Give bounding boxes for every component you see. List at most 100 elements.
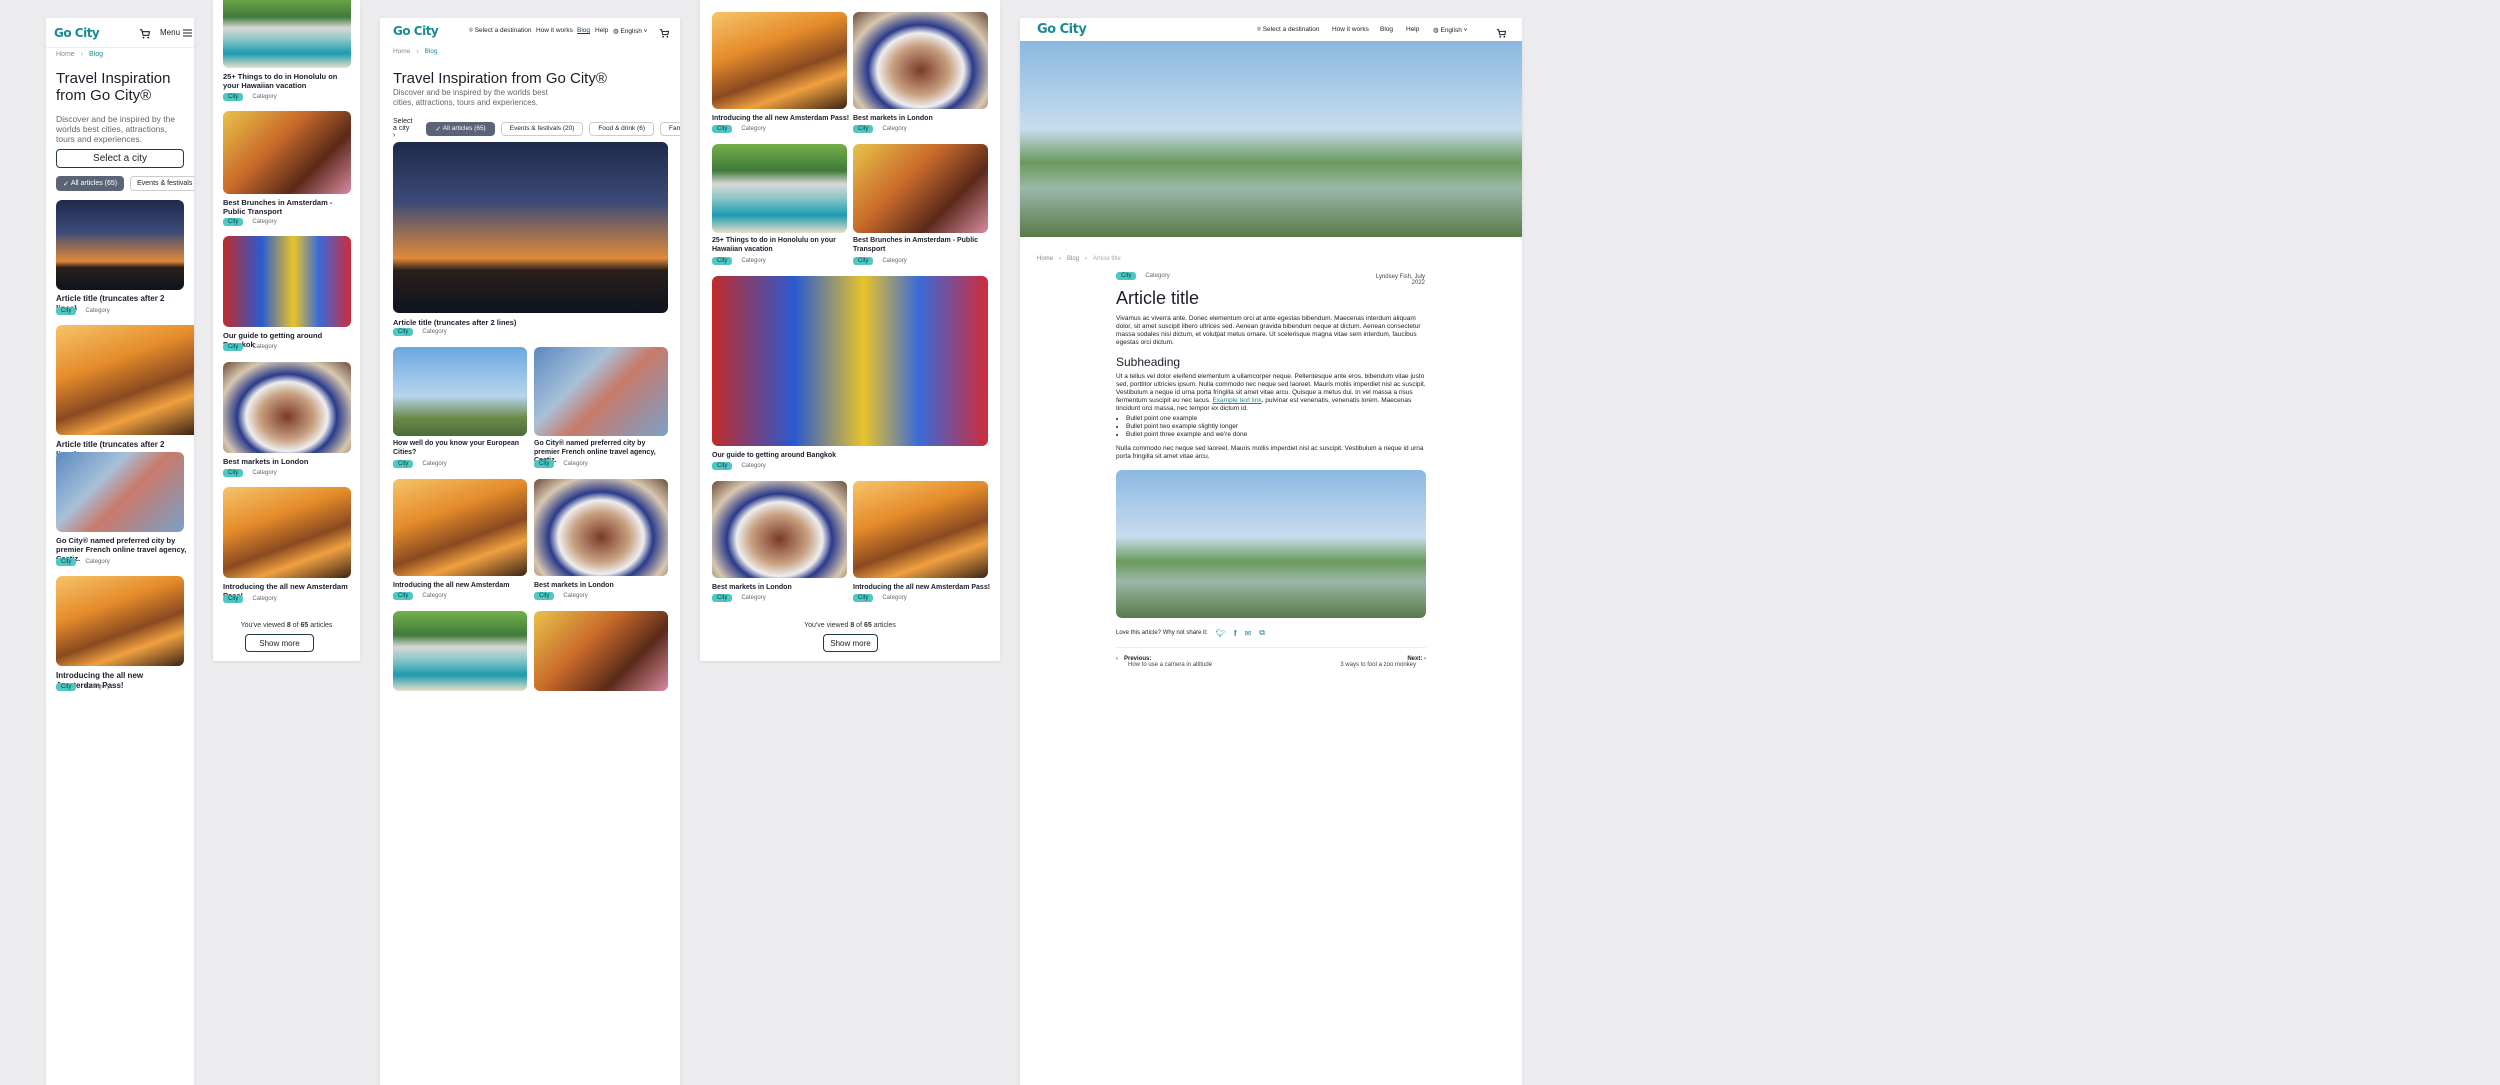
filter-events[interactable]: Events & festivals (20)	[500, 121, 584, 136]
tag-city[interactable]: City	[534, 592, 555, 600]
nav-blog[interactable]: Blog	[1380, 26, 1393, 33]
tag-city[interactable]: City	[223, 343, 244, 351]
tag-city[interactable]: City	[853, 125, 874, 133]
featured-card-image[interactable]	[712, 276, 988, 446]
tag-city[interactable]: City	[223, 469, 244, 477]
select-city-dropdown[interactable]: Select a city ›	[393, 118, 412, 139]
card-image[interactable]	[712, 481, 847, 578]
tag-category[interactable]: Category	[417, 328, 451, 336]
card-image[interactable]	[56, 325, 194, 435]
tag-category[interactable]: Category	[247, 93, 281, 101]
card-image[interactable]	[223, 0, 351, 68]
filter-events[interactable]: Events & festivals (20)	[130, 176, 194, 191]
tag-category[interactable]: Category	[877, 257, 911, 265]
cart-icon[interactable]	[659, 25, 670, 43]
card-title[interactable]: Best Brunches in Amsterdam - Public Tran…	[853, 237, 988, 254]
nav-blog[interactable]: Blog	[577, 27, 590, 34]
previous-article-link[interactable]: ‹ Previous: How to use a camera in altitu…	[1116, 656, 1212, 668]
filter-food[interactable]: Food & drink (6)	[589, 121, 654, 136]
tag-city[interactable]: City	[712, 257, 733, 265]
breadcrumb-home[interactable]: Home	[1037, 256, 1053, 262]
tag-category[interactable]: Category	[736, 125, 770, 133]
tag-category[interactable]: Category	[417, 460, 451, 468]
card-title[interactable]: 25+ Things to do in Honolulu on your Haw…	[223, 72, 353, 90]
breadcrumb-home[interactable]: Home	[56, 51, 75, 58]
go-city-logo[interactable]: Go City	[1037, 22, 1087, 37]
card-image[interactable]	[853, 144, 988, 233]
tag-city[interactable]: City	[853, 257, 874, 265]
tag-category[interactable]: Category	[736, 257, 770, 265]
go-city-logo[interactable]: Go City	[393, 24, 439, 38]
copy-link-icon[interactable]: ⧉	[1259, 628, 1265, 638]
tag-category[interactable]: Category	[247, 343, 281, 351]
tag-city[interactable]: City	[223, 595, 244, 603]
card-image[interactable]	[853, 12, 988, 109]
card-title[interactable]: How well do you know your European Citie…	[393, 440, 527, 457]
tag-city[interactable]: City	[393, 328, 414, 336]
card-image[interactable]	[853, 481, 988, 578]
show-more-button[interactable]: Show more	[245, 634, 314, 652]
nav-how[interactable]: How it works	[536, 27, 573, 34]
card-title[interactable]: 25+ Things to do in Honolulu on your Haw…	[712, 237, 847, 254]
tag-city[interactable]: City	[712, 125, 733, 133]
tag-category[interactable]: Category	[417, 592, 451, 600]
tag-city[interactable]: City	[1116, 272, 1137, 280]
card-image[interactable]	[223, 487, 351, 578]
nav-destination[interactable]: ⌾ Select a destination	[1257, 26, 1319, 34]
cart-icon[interactable]	[138, 27, 150, 39]
tag-category[interactable]: Category	[877, 125, 911, 133]
example-link[interactable]: Example text link	[1212, 397, 1261, 404]
card-image[interactable]	[534, 479, 668, 576]
tag-city[interactable]: City	[56, 558, 77, 566]
card-image[interactable]	[534, 611, 668, 691]
tag-city[interactable]: City	[712, 462, 733, 470]
tag-category[interactable]: Category	[558, 460, 592, 468]
nav-language[interactable]: ◍ English ˅	[1433, 26, 1467, 34]
tag-category[interactable]: Category	[80, 307, 114, 315]
featured-card-image[interactable]	[393, 142, 668, 313]
tag-category[interactable]: Category	[247, 595, 281, 603]
card-title[interactable]: Best Brunches in Amsterdam - Public Tran…	[223, 198, 353, 216]
filter-all[interactable]: ✓ All articles (65)	[56, 176, 125, 191]
card-image[interactable]	[223, 111, 351, 194]
facebook-icon[interactable]: f	[1234, 629, 1237, 638]
card-title[interactable]: Best markets in London	[712, 582, 792, 594]
tag-city[interactable]: City	[223, 93, 244, 101]
tag-category[interactable]: Category	[247, 218, 281, 226]
tag-city[interactable]: City	[393, 592, 414, 600]
tag-city[interactable]: City	[853, 594, 874, 602]
card-title[interactable]: Best markets in London	[223, 457, 353, 466]
card-image[interactable]	[712, 12, 847, 109]
tag-category[interactable]: Category	[1140, 272, 1174, 280]
card-image[interactable]	[393, 611, 527, 691]
tag-city[interactable]: City	[56, 683, 77, 691]
card-title[interactable]: Best markets in London	[853, 113, 933, 125]
select-city-button[interactable]: Select a city	[56, 149, 184, 168]
card-image[interactable]	[393, 479, 527, 576]
tag-category[interactable]: Category	[247, 469, 281, 477]
tag-city[interactable]: City	[712, 594, 733, 602]
card-image[interactable]	[223, 236, 351, 327]
breadcrumb-home[interactable]: Home	[393, 48, 410, 55]
menu-button[interactable]: Menu	[160, 28, 193, 37]
card-image[interactable]	[534, 347, 668, 436]
card-image[interactable]	[393, 347, 527, 436]
card-title[interactable]: Best markets in London	[534, 580, 668, 592]
go-city-logo[interactable]: Go City	[54, 26, 100, 40]
tag-city[interactable]: City	[534, 460, 555, 468]
twitter-icon[interactable]: 🐦︎	[1216, 629, 1226, 638]
breadcrumb-blog[interactable]: Blog	[89, 51, 103, 58]
tag-city[interactable]: City	[223, 218, 244, 226]
email-icon[interactable]: ✉︎	[1245, 629, 1252, 638]
filter-all[interactable]: ✓ All articles (65)	[426, 121, 495, 136]
nav-help[interactable]: Help	[1406, 26, 1419, 33]
nav-help[interactable]: Help	[595, 27, 608, 34]
card-image[interactable]	[712, 144, 847, 233]
card-title[interactable]: Our guide to getting around Bangkok	[712, 450, 836, 462]
tag-category[interactable]: Category	[736, 462, 770, 470]
card-title[interactable]: Introducing the all new Amsterdam Pass!	[853, 582, 990, 594]
card-image[interactable]	[56, 200, 184, 290]
breadcrumb-blog[interactable]: Blog	[425, 48, 438, 55]
tag-category[interactable]: Category	[877, 594, 911, 602]
card-image[interactable]	[56, 452, 184, 532]
